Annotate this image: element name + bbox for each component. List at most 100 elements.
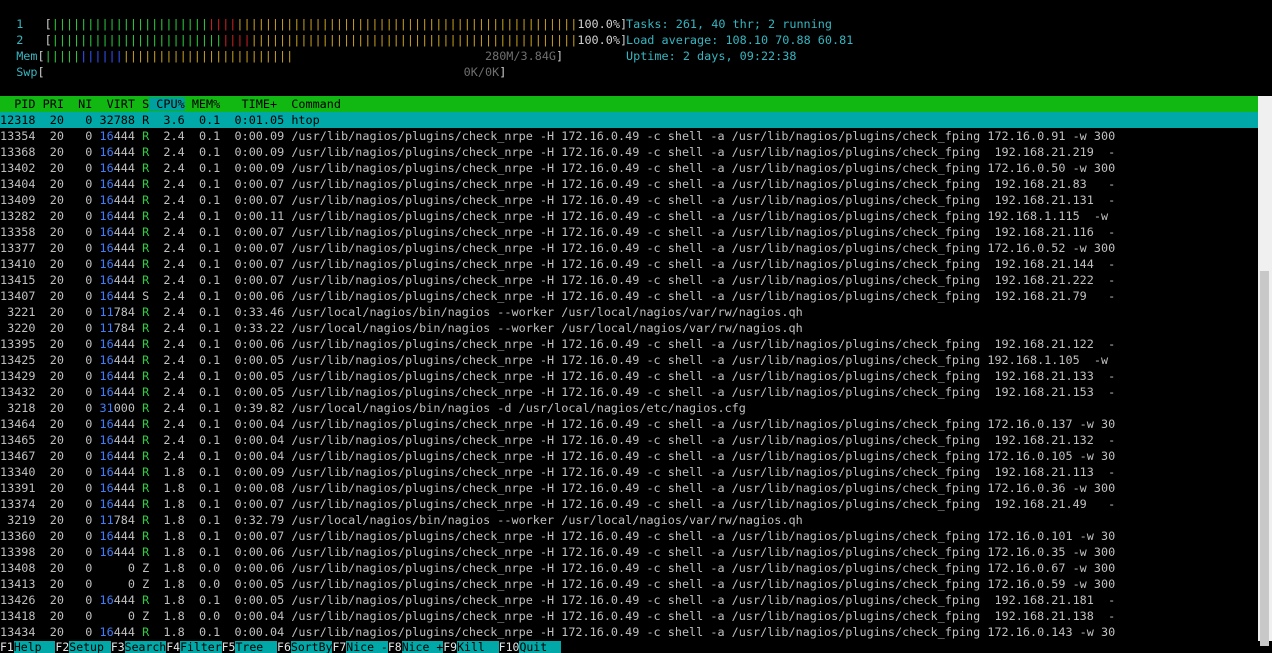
scrollbar-thumb[interactable] [1260, 271, 1269, 646]
cpu-cell: 1.8 [156, 625, 185, 639]
process-row[interactable]: 3220 20 0 11784 R 2.4 0.1 0:33.22 /usr/l… [0, 320, 1258, 336]
col-cpu[interactable]: CPU% [149, 97, 185, 111]
cpu-cell: 1.8 [156, 497, 185, 511]
process-row[interactable]: 13391 20 0 16444 R 1.8 0.1 0:00.08 /usr/… [0, 480, 1258, 496]
fkey-f2[interactable]: F2 [55, 641, 70, 653]
process-row[interactable]: 13418 20 0 0 Z 1.8 0.0 0:00.04 /usr/lib/… [0, 608, 1258, 624]
col-mem[interactable]: MEM% [185, 97, 220, 111]
process-row[interactable]: 13432 20 0 16444 R 2.4 0.1 0:00.05 /usr/… [0, 384, 1258, 400]
process-row[interactable]: 3219 20 0 11784 R 1.8 0.1 0:32.79 /usr/l… [0, 512, 1258, 528]
process-row[interactable]: 13377 20 0 16444 R 2.4 0.1 0:00.07 /usr/… [0, 240, 1258, 256]
process-row[interactable]: 13407 20 0 16444 S 2.4 0.1 0:00.06 /usr/… [0, 288, 1258, 304]
fkey-label-f9[interactable]: Kill [457, 641, 499, 653]
mem-cell: 0.1 [191, 449, 221, 463]
ni-cell: 0 [71, 449, 93, 463]
col-virt[interactable]: VIRT [92, 97, 135, 111]
process-row[interactable]: 13410 20 0 16444 R 2.4 0.1 0:00.07 /usr/… [0, 256, 1258, 272]
mem-cell: 0.0 [191, 609, 221, 623]
pri-cell: 20 [42, 145, 64, 159]
process-row[interactable]: 13395 20 0 16444 R 2.4 0.1 0:00.06 /usr/… [0, 336, 1258, 352]
process-row[interactable]: 13434 20 0 16444 R 1.8 0.1 0:00.04 /usr/… [0, 624, 1258, 640]
command-cell: /usr/lib/nagios/plugins/check_nrpe -H 17… [291, 177, 1116, 191]
process-row[interactable]: 13467 20 0 16444 R 2.4 0.1 0:00.04 /usr/… [0, 448, 1258, 464]
process-row[interactable]: 13415 20 0 16444 R 2.4 0.1 0:00.07 /usr/… [0, 272, 1258, 288]
process-row[interactable]: 13282 20 0 16444 R 2.4 0.1 0:00.11 /usr/… [0, 208, 1258, 224]
pri-cell: 20 [42, 561, 64, 575]
fkey-label-f8[interactable]: Nice + [401, 641, 444, 653]
process-row[interactable]: 13408 20 0 0 Z 1.8 0.0 0:00.06 /usr/lib/… [0, 560, 1258, 576]
process-row[interactable]: 13404 20 0 16444 R 2.4 0.1 0:00.07 /usr/… [0, 176, 1258, 192]
fkey-f3[interactable]: F3 [110, 641, 125, 653]
fkey-f8[interactable]: F8 [387, 641, 402, 653]
fkey-f1[interactable]: F1 [0, 641, 14, 653]
col-time[interactable]: TIME+ [220, 97, 278, 111]
process-row[interactable]: 13360 20 0 16444 R 1.8 0.1 0:00.07 /usr/… [0, 528, 1258, 544]
fkey-f6[interactable]: F6 [277, 641, 291, 653]
col-pri[interactable]: PRI [36, 97, 64, 111]
cpu-cell: 2.4 [156, 289, 185, 303]
col-command[interactable]: Command [277, 97, 341, 111]
time-cell: 0:01.05 [227, 113, 285, 127]
cpu-cell: 2.4 [156, 353, 185, 367]
process-row[interactable]: 13368 20 0 16444 R 2.4 0.1 0:00.09 /usr/… [0, 144, 1258, 160]
time-cell: 0:00.05 [227, 385, 285, 399]
state-cell: R [142, 209, 150, 223]
fkey-label-f5[interactable]: Tree [235, 641, 278, 653]
time-cell: 0:00.05 [227, 593, 285, 607]
pri-cell: 20 [42, 593, 64, 607]
virt-cell-thousands: 16 [99, 273, 114, 287]
process-row[interactable]: 3218 20 0 31000 R 2.4 0.1 0:39.82 /usr/l… [0, 400, 1258, 416]
process-row[interactable]: 13374 20 0 16444 R 1.8 0.1 0:00.07 /usr/… [0, 496, 1258, 512]
col-pid[interactable]: PID [0, 97, 35, 111]
state-cell: Z [142, 609, 150, 623]
fkey-f9[interactable]: F9 [443, 641, 458, 653]
col-ni[interactable]: NI [64, 97, 92, 111]
fkey-label-f6[interactable]: SortBy [290, 641, 333, 653]
pri-cell: 20 [42, 337, 64, 351]
mem-cell: 0.1 [191, 369, 221, 383]
fkey-label-f7[interactable]: Nice - [346, 641, 388, 653]
mem-cell: 0.1 [191, 497, 221, 511]
pid-cell: 13354 [0, 129, 36, 143]
time-cell: 0:00.07 [227, 241, 285, 255]
process-row[interactable]: 13426 20 0 16444 R 1.8 0.1 0:00.05 /usr/… [0, 592, 1258, 608]
process-row[interactable]: 13354 20 0 16444 R 2.4 0.1 0:00.09 /usr/… [0, 128, 1258, 144]
mem-value: 280M/3.84G [485, 49, 557, 63]
process-row[interactable]: 13358 20 0 16444 R 2.4 0.1 0:00.07 /usr/… [0, 224, 1258, 240]
col-s[interactable]: S [135, 97, 149, 111]
process-row[interactable]: 13340 20 0 16444 R 1.8 0.1 0:00.09 /usr/… [0, 464, 1258, 480]
process-row[interactable]: 13413 20 0 0 Z 1.8 0.0 0:00.05 /usr/lib/… [0, 576, 1258, 592]
virt-cell: 784 [113, 305, 135, 319]
command-cell: /usr/lib/nagios/plugins/check_nrpe -H 17… [291, 129, 1116, 143]
process-row[interactable]: 13464 20 0 16444 R 2.4 0.1 0:00.04 /usr/… [0, 416, 1258, 432]
process-row[interactable]: 13465 20 0 16444 R 2.4 0.1 0:00.04 /usr/… [0, 432, 1258, 448]
fkey-label-f1[interactable]: Help [13, 641, 56, 653]
virt-cell-thousands: 16 [99, 209, 114, 223]
process-row[interactable]: 13425 20 0 16444 R 2.4 0.1 0:00.05 /usr/… [0, 352, 1258, 368]
fkey-label-f10[interactable]: Quit [519, 641, 561, 653]
virt-cell: 0 [127, 561, 135, 575]
pid-cell: 13407 [0, 289, 36, 303]
fkey-f5[interactable]: F5 [221, 641, 236, 653]
process-row[interactable]: 12318 20 0 32788 R 3.6 0.1 0:01.05 htop [0, 112, 1258, 128]
process-row[interactable]: 13409 20 0 16444 R 2.4 0.1 0:00.07 /usr/… [0, 192, 1258, 208]
fkey-label-f3[interactable]: Search [124, 641, 167, 653]
fkey-f10[interactable]: F10 [498, 641, 520, 653]
fkey-f4[interactable]: F4 [166, 641, 181, 653]
process-list-scrollbar[interactable] [1258, 96, 1272, 646]
ni-cell: 0 [71, 129, 93, 143]
cpu1-bar-orange: ||||||||||||||||||||||||||||||||||||||||… [236, 17, 578, 31]
load-15: 60.81 [817, 33, 854, 47]
ni-cell: 0 [71, 305, 93, 319]
process-row[interactable]: 13429 20 0 16444 R 2.4 0.1 0:00.05 /usr/… [0, 368, 1258, 384]
virt-cell: 000 [113, 401, 135, 415]
time-cell: 0:00.06 [227, 561, 285, 575]
mem-cell: 0.1 [191, 513, 221, 527]
process-row[interactable]: 13398 20 0 16444 R 1.8 0.1 0:00.06 /usr/… [0, 544, 1258, 560]
state-cell: R [142, 353, 150, 367]
fkey-f7[interactable]: F7 [332, 641, 347, 653]
fkey-label-f2[interactable]: Setup [69, 641, 111, 653]
fkey-label-f4[interactable]: Filter [180, 641, 222, 653]
process-row[interactable]: 13402 20 0 16444 R 2.4 0.1 0:00.09 /usr/… [0, 160, 1258, 176]
process-row[interactable]: 3221 20 0 11784 R 2.4 0.1 0:33.46 /usr/l… [0, 304, 1258, 320]
